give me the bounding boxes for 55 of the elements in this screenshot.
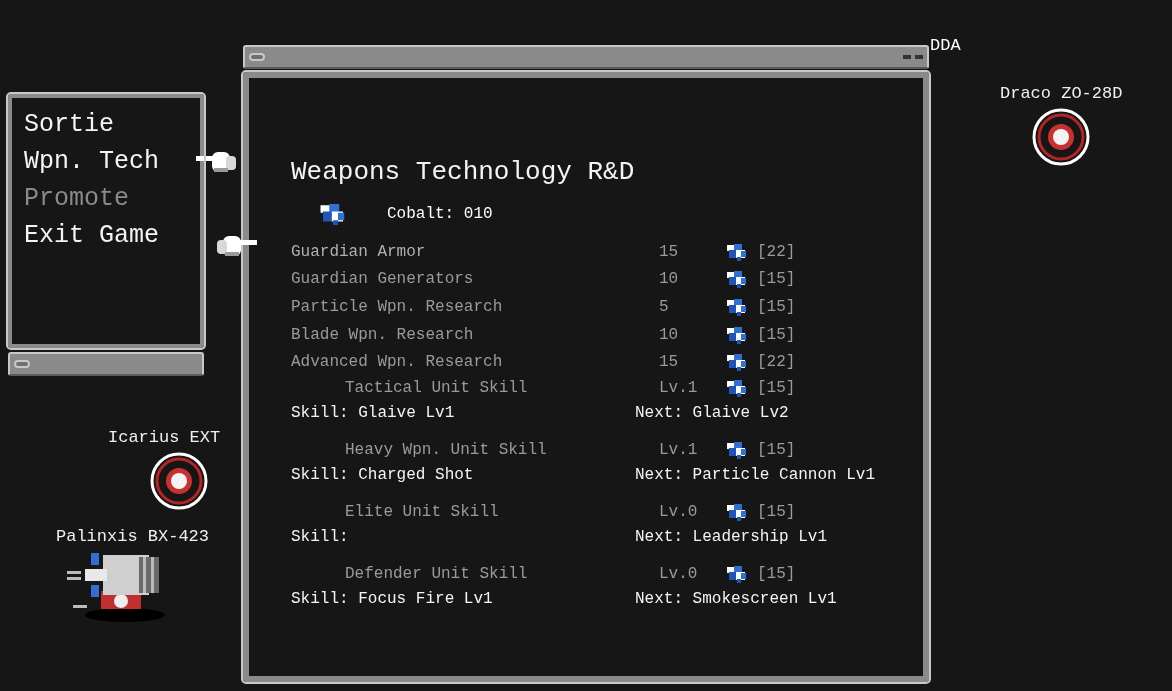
current-skill: Skill: Glaive Lv1 bbox=[291, 403, 456, 425]
crystal-icon bbox=[725, 503, 749, 522]
current-skill: Skill: bbox=[291, 527, 350, 549]
upgrade-cost: [22] bbox=[757, 352, 796, 374]
upgrade-value: 15 bbox=[659, 352, 680, 374]
upgrade-cost: [15] bbox=[757, 324, 796, 346]
upgrade-name[interactable]: Advanced Wpn. Research bbox=[291, 350, 659, 375]
crystal-icon bbox=[725, 270, 749, 289]
skill-cost: [15] bbox=[757, 440, 796, 462]
skill-name[interactable]: Defender Unit Skill bbox=[345, 562, 659, 587]
skill-level: Lv.1 bbox=[659, 440, 699, 462]
upgrade-name[interactable]: Guardian Generators bbox=[291, 267, 659, 292]
skill-name[interactable]: Elite Unit Skill bbox=[345, 500, 659, 525]
upgrade-name[interactable]: Particle Wpn. Research bbox=[291, 295, 659, 319]
skill-level: Lv.0 bbox=[659, 564, 699, 586]
skill-level: Lv.1 bbox=[659, 378, 699, 400]
skill-cost: [15] bbox=[757, 378, 796, 400]
window-title: Weapons Technology R&D bbox=[291, 156, 636, 188]
unit-name: DDA bbox=[930, 36, 961, 56]
menu-item[interactable]: Exit Game bbox=[24, 217, 196, 254]
skill-name[interactable]: Tactical Unit Skill bbox=[345, 376, 659, 401]
upgrade-value: 10 bbox=[659, 269, 680, 291]
crystal-icon bbox=[725, 379, 749, 398]
cobalt-count: Cobalt: 010 bbox=[387, 204, 493, 225]
crystal-icon bbox=[725, 242, 749, 261]
next-skill: Next: Glaive Lv2 bbox=[635, 403, 789, 425]
unit-name: Draco ZO-28D bbox=[1000, 84, 1123, 104]
next-skill: Next: Particle Cannon Lv1 bbox=[635, 465, 876, 487]
upgrade-cost: [15] bbox=[757, 297, 796, 318]
menu-item[interactable]: Wpn. Tech bbox=[24, 143, 196, 180]
skill-cost: [15] bbox=[757, 502, 796, 524]
crystal-icon bbox=[725, 353, 749, 372]
next-skill: Next: Leadership Lv1 bbox=[635, 527, 828, 549]
next-skill: Next: Smokescreen Lv1 bbox=[635, 589, 837, 611]
upgrade-name[interactable]: Blade Wpn. Research bbox=[291, 322, 659, 347]
upgrade-name[interactable]: Guardian Armor bbox=[291, 239, 659, 264]
upgrade-value: 10 bbox=[659, 324, 680, 346]
menu-item[interactable]: Sortie bbox=[24, 106, 196, 143]
upgrade-value: 5 bbox=[659, 297, 670, 318]
unit-name: Palinxis BX-423 bbox=[56, 527, 210, 547]
target-marker-icon bbox=[150, 452, 209, 510]
skill-name[interactable]: Heavy Wpn. Unit Skill bbox=[345, 438, 659, 463]
skill-level: Lv.0 bbox=[659, 502, 699, 524]
crystal-icon bbox=[725, 325, 749, 344]
upgrade-value: 15 bbox=[659, 241, 680, 263]
crystal-icon bbox=[725, 298, 749, 316]
upgrade-cost: [22] bbox=[757, 241, 796, 263]
crystal-icon bbox=[725, 565, 749, 584]
crystal-icon bbox=[725, 441, 749, 460]
unit-name: Icarius EXT bbox=[108, 428, 221, 448]
skill-cost: [15] bbox=[757, 564, 796, 586]
target-marker-icon bbox=[1032, 108, 1091, 166]
upgrade-cost: [15] bbox=[757, 269, 796, 291]
current-skill: Skill: Focus Fire Lv1 bbox=[291, 589, 494, 611]
current-skill: Skill: Charged Shot bbox=[291, 465, 475, 487]
